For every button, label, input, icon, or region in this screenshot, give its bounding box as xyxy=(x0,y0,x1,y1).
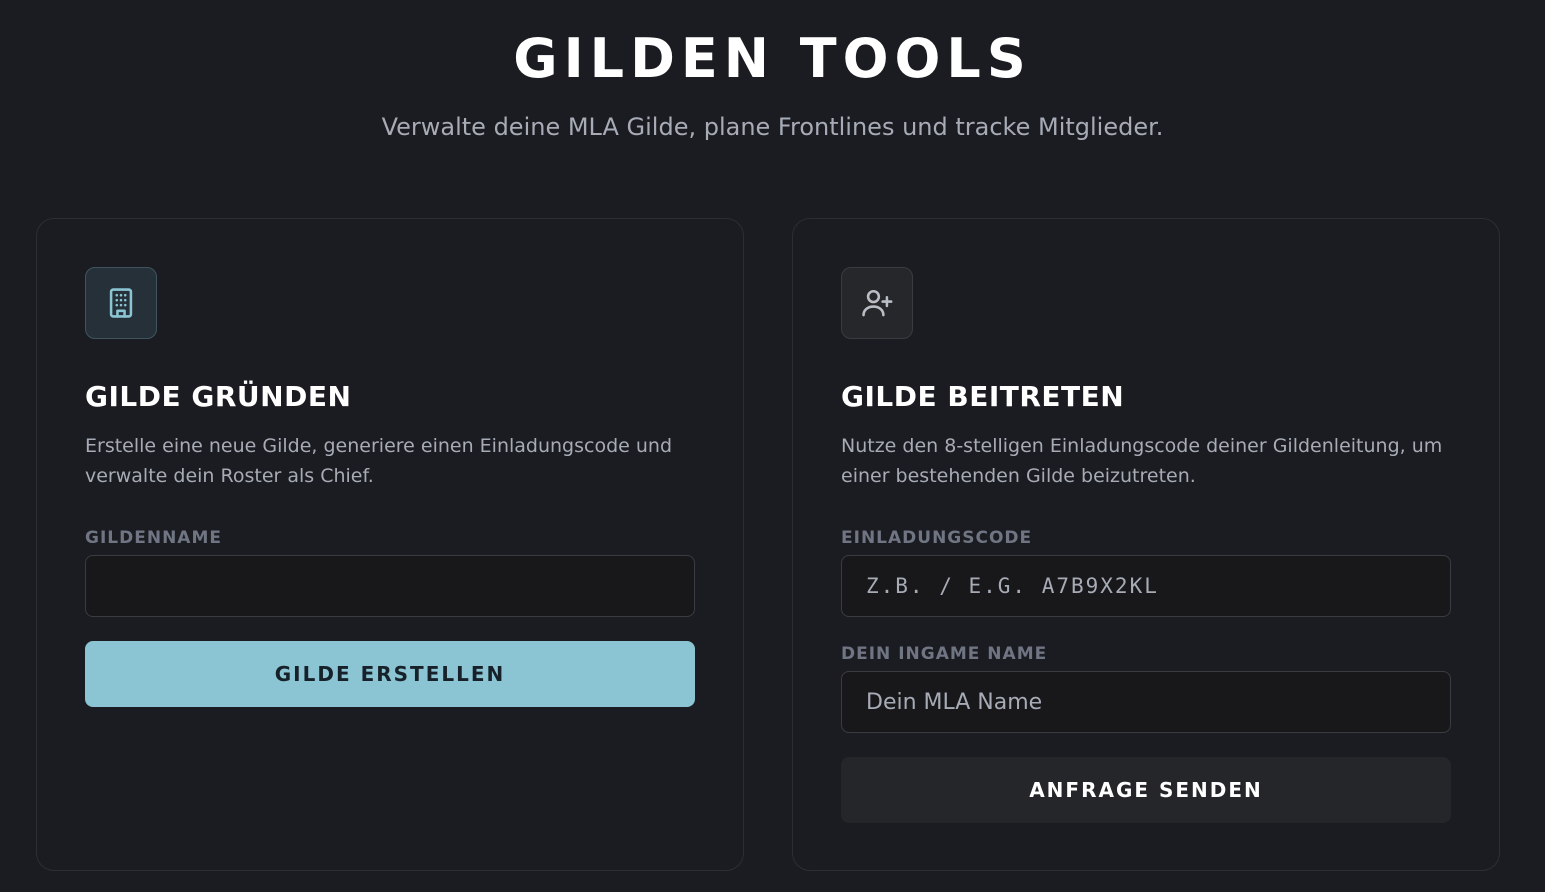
create-guild-description: Erstelle eine neue Gilde, generiere eine… xyxy=(85,435,673,487)
building-icon xyxy=(85,267,157,339)
send-request-button[interactable]: ANFRAGE SENDEN xyxy=(841,757,1451,823)
create-guild-title: GILDE GRÜNDEN xyxy=(85,380,352,413)
ingame-name-input[interactable]: Dein MLA Name xyxy=(841,671,1451,733)
ingame-name-placeholder: Dein MLA Name xyxy=(866,689,1043,715)
ingame-name-label: DEIN INGAME NAME xyxy=(841,644,1048,664)
page-subtitle: Verwalte deine MLA Gilde, plane Frontlin… xyxy=(381,113,1164,141)
join-guild-title: GILDE BEITRETEN xyxy=(841,380,1125,413)
guild-name-label: GILDENNAME xyxy=(85,528,222,548)
join-guild-description: Nutze den 8-stelligen Einladungscode dei… xyxy=(841,435,1443,487)
page-title: GILDEN TOOLS xyxy=(513,27,1032,90)
invite-code-input[interactable]: Z.B. / E.G. A7B9X2KL xyxy=(841,555,1451,617)
guild-name-input[interactable] xyxy=(85,555,695,617)
user-plus-icon xyxy=(841,267,913,339)
create-guild-card: GILDE GRÜNDEN Erstelle eine neue Gilde, … xyxy=(36,218,744,871)
invite-code-placeholder: Z.B. / E.G. A7B9X2KL xyxy=(866,574,1159,598)
invite-code-label: EINLADUNGSCODE xyxy=(841,528,1033,548)
create-guild-button[interactable]: GILDE ERSTELLEN xyxy=(85,641,695,707)
join-guild-card: GILDE BEITRETEN Nutze den 8-stelligen Ei… xyxy=(792,218,1500,871)
page: GILDEN TOOLS Verwalte deine MLA Gilde, p… xyxy=(0,0,1545,892)
